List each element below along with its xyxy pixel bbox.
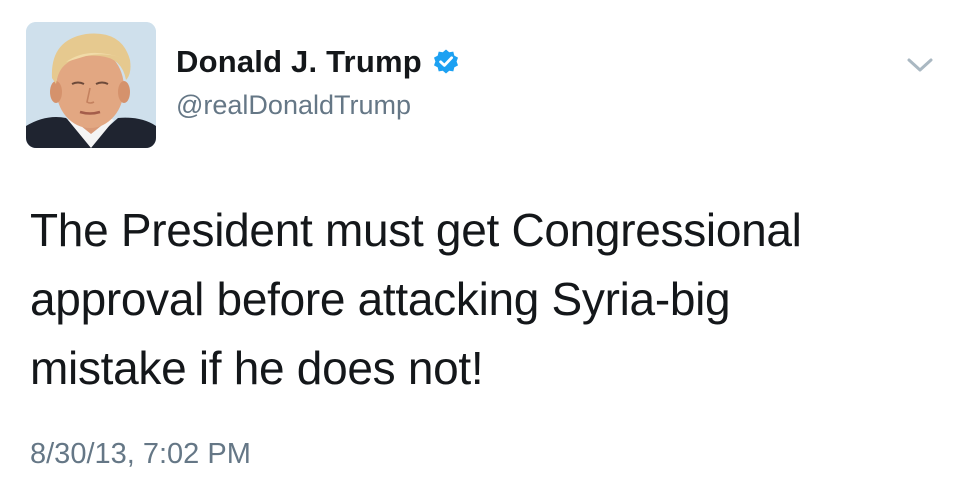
user-handle[interactable]: @realDonaldTrump [176, 90, 411, 121]
tweet-text-line: approval before attacking Syria-big [30, 273, 731, 325]
timestamp[interactable]: 8/30/13, 7:02 PM [30, 438, 251, 471]
more-options-button[interactable] [903, 52, 937, 78]
tweet-card: Donald J. Trump @realDonaldTrump The Pre… [0, 0, 960, 492]
tweet-text-line: The President must get Congressional [30, 204, 802, 256]
tweet-text: The President must get Congressional app… [30, 196, 930, 403]
tweet-text-line: mistake if he does not! [30, 342, 484, 394]
display-name[interactable]: Donald J. Trump [176, 44, 422, 80]
chevron-down-icon [907, 58, 933, 72]
author-name-row: Donald J. Trump [176, 42, 460, 82]
verified-badge-icon [433, 49, 458, 74]
avatar[interactable] [26, 22, 156, 148]
profile-photo-icon [26, 22, 156, 148]
